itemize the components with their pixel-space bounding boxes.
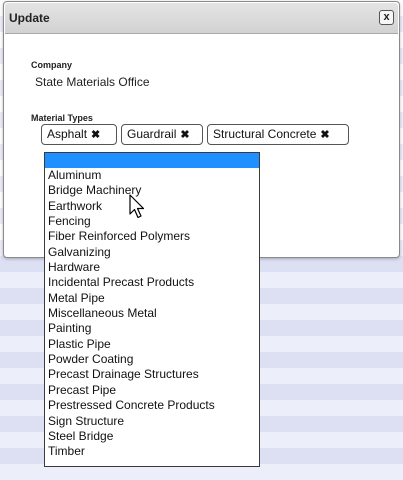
close-icon: x <box>383 11 390 23</box>
dropdown-option[interactable]: Timber <box>45 444 259 459</box>
dropdown-option[interactable]: Hardware <box>45 260 259 275</box>
dropdown-option[interactable]: Sign Structure <box>45 414 259 429</box>
tag-label: Guardrail <box>127 127 177 141</box>
dropdown-option[interactable]: Powder Coating <box>45 352 259 367</box>
material-types-label: Material Types <box>31 113 93 123</box>
material-types-dropdown[interactable]: Aluminum Bridge Machinery Earthwork Fenc… <box>44 152 260 467</box>
tag-asphalt: Asphalt ✖ <box>41 124 117 145</box>
dropdown-option[interactable]: Metal Pipe <box>45 291 259 306</box>
dialog-title: Update <box>9 11 50 25</box>
remove-tag-icon[interactable]: ✖ <box>320 129 329 141</box>
dialog-titlebar[interactable]: Update x <box>5 3 398 34</box>
remove-tag-icon[interactable]: ✖ <box>180 129 189 141</box>
tag-label: Asphalt <box>47 127 88 141</box>
dropdown-option[interactable]: Steel Bridge <box>45 429 259 444</box>
company-value: State Materials Office <box>35 75 150 89</box>
dropdown-option[interactable]: Precast Drainage Structures <box>45 367 259 382</box>
dropdown-option[interactable]: Aluminum <box>45 168 259 183</box>
dropdown-option[interactable]: Galvanizing <box>45 245 259 260</box>
close-button[interactable]: x <box>379 10 394 25</box>
tag-structural-concrete: Structural Concrete ✖ <box>207 124 349 145</box>
dropdown-option[interactable]: Plastic Pipe <box>45 337 259 352</box>
dropdown-option[interactable] <box>45 153 259 168</box>
dropdown-option[interactable]: Prestressed Concrete Products <box>45 398 259 413</box>
dropdown-option[interactable]: Earthwork <box>45 199 259 214</box>
dropdown-option[interactable]: Fencing <box>45 214 259 229</box>
tag-guardrail: Guardrail ✖ <box>121 124 203 145</box>
mouse-pointer-icon <box>129 194 145 219</box>
dropdown-option[interactable]: Miscellaneous Metal <box>45 306 259 321</box>
dropdown-option[interactable]: Bridge Machinery <box>45 183 259 198</box>
dropdown-option[interactable]: Painting <box>45 321 259 336</box>
tag-label: Structural Concrete <box>213 127 317 141</box>
dropdown-option[interactable]: Incidental Precast Products <box>45 275 259 290</box>
remove-tag-icon[interactable]: ✖ <box>91 129 100 141</box>
dropdown-option[interactable]: Precast Pipe <box>45 383 259 398</box>
dropdown-option[interactable]: Fiber Reinforced Polymers <box>45 229 259 244</box>
company-label: Company <box>31 60 73 70</box>
